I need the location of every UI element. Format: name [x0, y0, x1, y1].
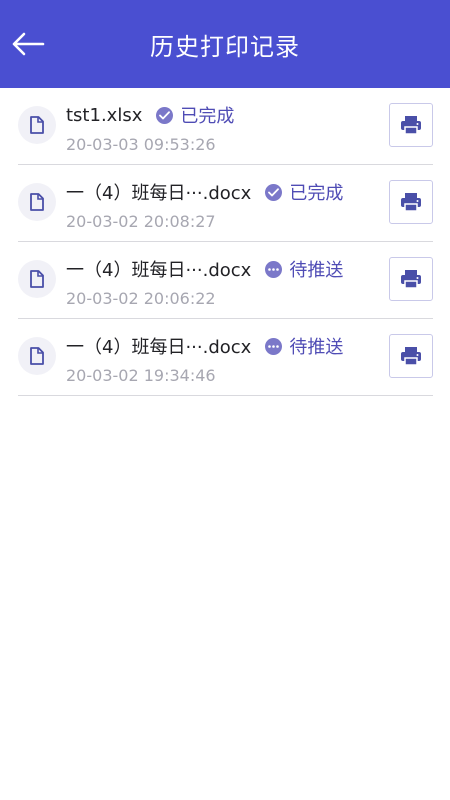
- check-circle-icon: [265, 183, 283, 201]
- more-circle-icon: [265, 337, 283, 355]
- print-button[interactable]: [389, 257, 433, 301]
- status-text: 已完成: [289, 183, 344, 204]
- status-badge: 待推送: [265, 333, 343, 359]
- status-text: 待推送: [289, 260, 344, 281]
- printer-icon: [401, 116, 421, 135]
- printer-icon: [401, 347, 421, 366]
- timestamp: 20-03-03 09:53:26: [66, 135, 216, 154]
- status-text: 待推送: [289, 337, 344, 358]
- more-circle-icon: [265, 260, 283, 278]
- list-item[interactable]: 一（4）班每日···.docx 待推送 20-03-02 19:34:46: [18, 319, 433, 396]
- file-name: 一（4）班每日···.docx: [66, 337, 252, 358]
- file-icon: [18, 260, 56, 298]
- timestamp: 20-03-02 19:34:46: [66, 366, 216, 385]
- file-name: 一（4）班每日···.docx: [66, 183, 252, 204]
- file-icon: [18, 337, 56, 375]
- arrow-left-icon: [12, 32, 45, 56]
- file-name: 一（4）班每日···.docx: [66, 260, 252, 281]
- print-button[interactable]: [389, 334, 433, 378]
- list-item[interactable]: 一（4）班每日···.docx 已完成 20-03-02 20:08:27: [18, 165, 433, 242]
- file-name: tst1.xlsx: [66, 104, 143, 126]
- page-title: 历史打印记录: [150, 32, 300, 61]
- status-text: 已完成: [180, 106, 235, 127]
- file-icon: [18, 183, 56, 221]
- status-badge: 已完成: [265, 179, 343, 205]
- file-icon: [18, 106, 56, 144]
- print-button[interactable]: [389, 103, 433, 147]
- timestamp: 20-03-02 20:06:22: [66, 289, 216, 308]
- status-badge: 待推送: [265, 256, 343, 282]
- status-badge: 已完成: [156, 102, 234, 128]
- print-button[interactable]: [389, 180, 433, 224]
- printer-icon: [401, 270, 421, 289]
- list-item[interactable]: 一（4）班每日···.docx 待推送 20-03-02 20:06:22: [18, 242, 433, 319]
- back-button[interactable]: [10, 26, 46, 62]
- print-history-list: tst1.xlsx 已完成 20-03-03 09:53:26 一（4）班每日·…: [18, 88, 433, 396]
- app-header: 历史打印记录: [0, 0, 450, 88]
- printer-icon: [401, 193, 421, 212]
- timestamp: 20-03-02 20:08:27: [66, 212, 216, 231]
- check-circle-icon: [156, 106, 174, 124]
- list-item[interactable]: tst1.xlsx 已完成 20-03-03 09:53:26: [18, 88, 433, 165]
